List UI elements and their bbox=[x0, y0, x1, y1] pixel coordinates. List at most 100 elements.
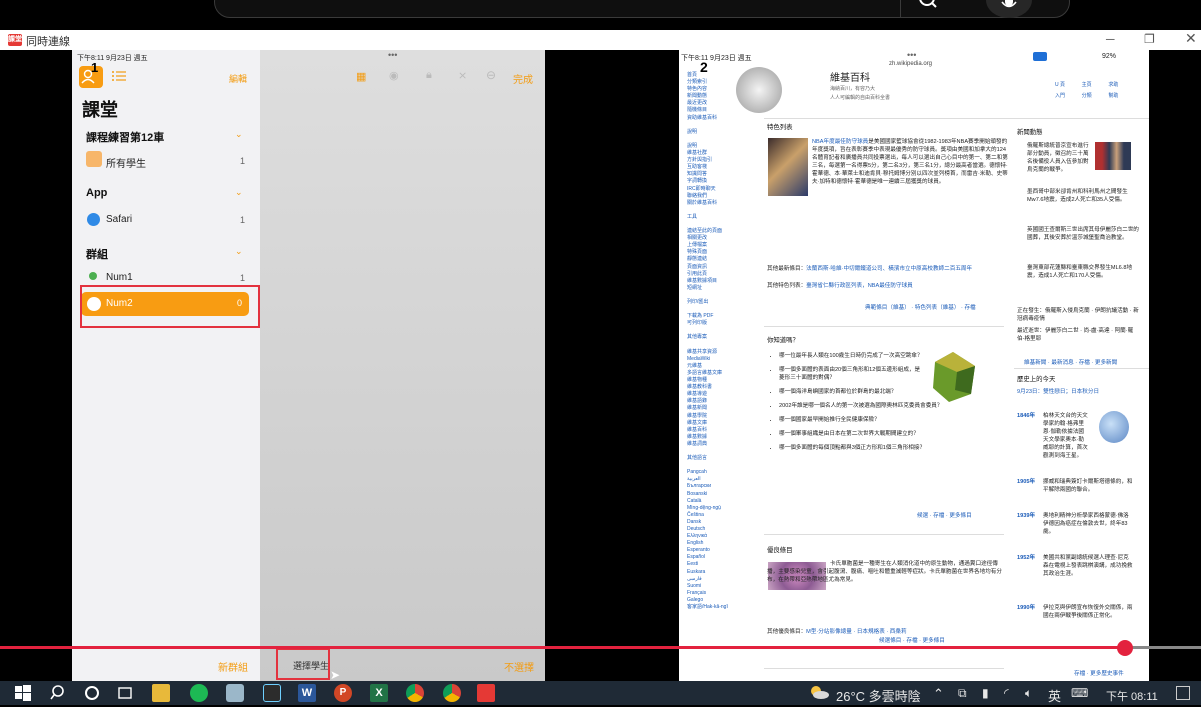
today-year[interactable]: 1939年 bbox=[1017, 512, 1043, 544]
wiki-sidebar-item[interactable]: Eesti bbox=[687, 561, 745, 568]
chevron-down-icon[interactable]: ⌄ bbox=[235, 246, 243, 257]
header-link[interactable]: 求助 bbox=[1108, 81, 1135, 88]
wiki-sidebar-item[interactable]: 維基數據項目 bbox=[687, 278, 745, 285]
wiki-sidebar-item[interactable]: 維基文庫 bbox=[687, 420, 745, 427]
video-progress-played[interactable] bbox=[0, 646, 1125, 649]
today-year[interactable]: 1952年 bbox=[1017, 554, 1043, 594]
address-bar[interactable]: zh.wikipedia.org bbox=[889, 61, 932, 67]
list-item[interactable]: 墨西哥中部米卻肯州和科利馬州之間發生Mw7.6地震，造成2人死亡和35人受傷。 bbox=[1027, 188, 1139, 220]
today-date[interactable]: 9月23日：雙性戀日；日本秋分日 bbox=[1017, 388, 1141, 396]
wiki-sidebar-item[interactable]: Mìng-dĕ̤ng-ngṳ̄ bbox=[687, 505, 745, 512]
wiki-sidebar-item[interactable]: 頁面資訊 bbox=[687, 264, 745, 271]
deselect-button[interactable]: 不選擇 bbox=[504, 659, 534, 674]
meet-now-icon[interactable]: ⧉ bbox=[958, 686, 967, 701]
featured-other-links[interactable]: 法蘭西斯·哈維·中切爾鐵道公司、橫濱市立中原高校教師二百五周年 bbox=[806, 266, 972, 272]
wiki-sidebar-item[interactable]: MediaWiki bbox=[687, 356, 745, 363]
wiki-sidebar-item[interactable]: Español bbox=[687, 554, 745, 561]
header-link[interactable]: U 頁 bbox=[1055, 81, 1082, 88]
wiki-sidebar-item[interactable]: العربية bbox=[687, 476, 745, 483]
input-method-indicator[interactable]: 英 bbox=[1048, 686, 1061, 705]
lock-icon[interactable]: 🔒︎ bbox=[426, 69, 432, 82]
wiki-sidebar-item[interactable]: Dansk bbox=[687, 519, 745, 526]
featured-other2-links[interactable]: 臺灣省仁縣行政區列表，NBA最佳防守球員 bbox=[806, 283, 913, 289]
sidebar-item-num1[interactable]: Num1 bbox=[106, 272, 133, 283]
file-explorer-icon[interactable] bbox=[152, 684, 170, 702]
chevron-down-icon[interactable]: ⌄ bbox=[235, 129, 243, 140]
video-progress-remaining[interactable] bbox=[1125, 646, 1201, 649]
sidebar-item-safari[interactable]: Safari bbox=[106, 214, 132, 225]
news-ongoing[interactable]: 正在發生：俄羅斯入侵烏克蘭 · 伊朗抗議活動 · 新冠病毒疫情 bbox=[1017, 307, 1139, 323]
mute-icon[interactable]: ⨯ bbox=[458, 69, 467, 82]
list-item[interactable]: 哪一個海洋島嶼國家的首都位於群島的最北端？ bbox=[779, 388, 923, 396]
chrome-icon[interactable] bbox=[406, 684, 424, 702]
more-icon[interactable]: ⊖ bbox=[486, 68, 496, 82]
wiki-sidebar-item[interactable]: 靜態連結 bbox=[687, 256, 745, 263]
word-icon[interactable]: W bbox=[298, 684, 316, 702]
search-button[interactable] bbox=[900, 0, 952, 18]
line-app-icon[interactable] bbox=[190, 684, 208, 702]
sidebar-item-all-students[interactable]: 所有學生 bbox=[106, 155, 146, 170]
wiki-sidebar-item[interactable]: 聯絡我們 bbox=[687, 193, 745, 200]
today-year[interactable]: 1905年 bbox=[1017, 478, 1043, 502]
list-item[interactable]: 哪一位最年長人類在100歲生日時仍完成了一次高空跳傘？ bbox=[779, 352, 923, 360]
header-link[interactable]: 入門 bbox=[1055, 92, 1082, 99]
ime-settings-icon[interactable]: ⌨ bbox=[1071, 686, 1088, 700]
chevron-down-icon[interactable]: ⌄ bbox=[235, 187, 243, 198]
wiki-sidebar-item[interactable]: 列印/匯出 bbox=[687, 299, 745, 306]
progress-scrubber-handle[interactable] bbox=[1117, 640, 1133, 656]
minimize-button[interactable]: ─ bbox=[1106, 32, 1115, 46]
wifi-icon[interactable]: ◜ bbox=[1004, 686, 1009, 700]
voice-search-button[interactable] bbox=[986, 0, 1032, 18]
taskbar-clock[interactable]: 下午 08:11 bbox=[1106, 688, 1158, 704]
wiki-sidebar-item[interactable]: 維基數據 bbox=[687, 434, 745, 441]
wiki-sidebar-item[interactable]: 說明 bbox=[687, 143, 745, 150]
wiki-sidebar-item[interactable]: 關於維基百科 bbox=[687, 200, 745, 207]
excel-icon[interactable]: X bbox=[370, 684, 388, 702]
close-button[interactable]: ✕ bbox=[1185, 30, 1197, 47]
volume-icon[interactable]: 🔈︎ bbox=[1025, 686, 1032, 701]
wiki-sidebar-item[interactable]: 隨機條目 bbox=[687, 107, 745, 114]
edit-button[interactable]: 編輯 bbox=[229, 72, 247, 85]
app-icon[interactable] bbox=[263, 684, 281, 702]
header-link[interactable]: 分類 bbox=[1082, 92, 1109, 99]
wiki-sidebar-item[interactable]: 短網址 bbox=[687, 285, 745, 292]
wiki-sidebar-item[interactable]: Euskara bbox=[687, 569, 745, 576]
news-footer-links[interactable]: 維基新聞 · 最新消息 · 存檔 · 更多新聞 bbox=[1024, 359, 1117, 367]
wiki-sidebar-item[interactable]: 其他專案 bbox=[687, 334, 745, 341]
cortana-icon[interactable] bbox=[83, 684, 101, 702]
notification-icon[interactable] bbox=[1176, 686, 1190, 700]
wiki-sidebar-item[interactable]: فارسی bbox=[687, 576, 745, 583]
wiki-sidebar-item[interactable]: Ελληνικά bbox=[687, 533, 745, 540]
wiki-sidebar-item[interactable]: 維基百科 bbox=[687, 427, 745, 434]
weather-text[interactable]: 26°C 多雲時陰 bbox=[836, 686, 921, 705]
today-footer-links[interactable]: 存檔 · 更多歷史事件 bbox=[1074, 670, 1124, 678]
list-item[interactable]: 俄羅斯總統普京宣布進行部分動員，徵召約三十萬名後備役人員入伍參加對烏克蘭的戰爭。 bbox=[1027, 142, 1093, 182]
windows-start-icon[interactable] bbox=[14, 684, 32, 702]
done-button[interactable]: 完成 bbox=[513, 71, 533, 86]
good-footer-links[interactable]: 候選條目 · 存檔 · 更多條目 bbox=[879, 637, 945, 645]
eye-icon[interactable]: ◉ bbox=[389, 69, 399, 82]
good-other-links[interactable]: M型·分站影像總量 · 日本規格表 · 西桑莉 bbox=[806, 629, 906, 635]
app-icon[interactable] bbox=[226, 684, 244, 702]
chevron-up-icon[interactable]: ⌃ bbox=[933, 686, 944, 702]
list-item[interactable]: 哪一個軍事組織是由日本在第二次世界大戰期間建立的？ bbox=[779, 430, 1011, 438]
header-link[interactable]: 主頁 bbox=[1082, 81, 1109, 88]
section-class-header[interactable]: 課程練習第12車 bbox=[86, 129, 164, 145]
wiki-sidebar-item[interactable]: 字詞轉換 bbox=[687, 178, 745, 185]
wiki-sidebar-item[interactable]: 引用此頁 bbox=[687, 271, 745, 278]
list-item[interactable]: 臺灣東部花蓮縣和臺東縣交界發生ML6.8地震，造成1人死亡和170人受傷。 bbox=[1027, 264, 1139, 296]
list-view-button[interactable] bbox=[112, 69, 126, 87]
list-item[interactable]: 哪一個多面體的表面由20個三角形和12個五邊形組成，是菱形三十面體的對偶？ bbox=[779, 366, 923, 382]
chrome-icon[interactable] bbox=[443, 684, 461, 702]
wiki-sidebar-item[interactable]: Galego bbox=[687, 597, 745, 604]
wiki-sidebar-item[interactable]: 其他語言 bbox=[687, 455, 745, 462]
wiki-sidebar-item[interactable]: 可列印版 bbox=[687, 320, 745, 327]
section-app-header[interactable]: App bbox=[86, 187, 107, 199]
list-item[interactable]: 英國國王查爾斯三世出席其母伊麗莎白二世的國葬，其後安葬於溫莎城堡聖喬治教堂。 bbox=[1027, 226, 1139, 258]
weather-icon[interactable] bbox=[808, 684, 830, 700]
wiki-sidebar-item[interactable]: Català bbox=[687, 498, 745, 505]
wiki-sidebar-item[interactable]: English bbox=[687, 540, 745, 547]
microphone-icon[interactable]: ▮ bbox=[982, 686, 989, 700]
wiki-sidebar-item[interactable]: 維基共享資源 bbox=[687, 349, 745, 356]
wiki-sidebar-item[interactable]: Pangcah bbox=[687, 469, 745, 476]
